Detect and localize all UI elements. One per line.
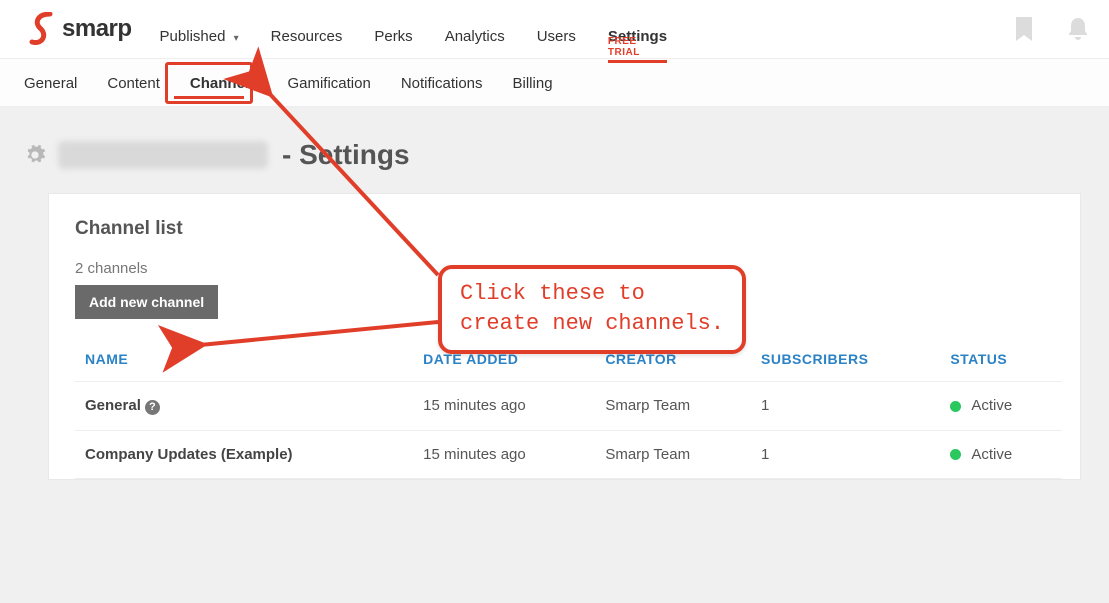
notification-bell-icon[interactable] (1065, 16, 1091, 42)
subnav-notifications[interactable]: Notifications (399, 69, 485, 98)
add-channel-button[interactable]: Add new channel (75, 285, 218, 319)
status-dot-icon (950, 401, 961, 412)
subnav-gamification[interactable]: Gamification (285, 69, 372, 98)
top-navbar: smarp Published ▾ Resources Perks Analyt… (0, 0, 1109, 59)
bookmark-icon[interactable] (1013, 16, 1035, 42)
top-nav-list: Published ▾ Resources Perks Analytics Us… (160, 10, 668, 49)
brand-logo[interactable]: smarp (28, 12, 132, 46)
brand-logo-icon (28, 12, 56, 46)
card-heading: Channel list (75, 218, 1062, 240)
row0-subs: 1 (751, 382, 940, 431)
row1-subs: 1 (751, 430, 940, 478)
th-subscribers[interactable]: SUBSCRIBERS (751, 337, 940, 382)
table-row[interactable]: General? 15 minutes ago Smarp Team 1 Act… (75, 382, 1062, 431)
annotation-callout: Click these to create new channels. (438, 265, 746, 354)
status-dot-icon (950, 449, 961, 460)
row1-status: Active (971, 446, 1012, 463)
row0-name: General (85, 397, 141, 414)
subnav-billing[interactable]: Billing (511, 69, 555, 98)
free-trial-badge: FREE TRIAL (608, 18, 667, 63)
topnav-analytics[interactable]: Analytics (445, 10, 505, 49)
page-body: - Settings Channel list 2 channels Add n… (0, 107, 1109, 603)
subnav-channels[interactable]: Channels (188, 69, 260, 98)
page-title-row: - Settings (24, 139, 1089, 171)
channel-table: NAME DATE ADDED CREATOR SUBSCRIBERS STAT… (75, 337, 1062, 479)
row1-name: Company Updates (Example) (85, 446, 293, 463)
page-title: - Settings (282, 139, 410, 171)
row1-creator: Smarp Team (595, 430, 751, 478)
brand-name: smarp (62, 15, 132, 43)
row1-date: 15 minutes ago (413, 430, 595, 478)
org-name-redacted (58, 141, 268, 169)
subnav-general[interactable]: General (22, 69, 79, 98)
th-name[interactable]: NAME (75, 337, 413, 382)
gear-icon (24, 144, 46, 166)
th-status[interactable]: STATUS (940, 337, 1062, 382)
topbar-actions (1013, 16, 1091, 42)
topnav-perks[interactable]: Perks (374, 10, 412, 49)
row0-date: 15 minutes ago (413, 382, 595, 431)
subnav-content[interactable]: Content (105, 69, 162, 98)
topnav-published[interactable]: Published ▾ (160, 10, 239, 49)
table-row[interactable]: Company Updates (Example) 15 minutes ago… (75, 430, 1062, 478)
row0-creator: Smarp Team (595, 382, 751, 431)
topnav-resources[interactable]: Resources (271, 10, 343, 49)
topnav-users[interactable]: Users (537, 10, 576, 49)
help-icon[interactable]: ? (145, 400, 160, 415)
row0-status: Active (971, 397, 1012, 414)
settings-subnav: General Content Channels Gamification No… (0, 59, 1109, 107)
chevron-down-icon: ▾ (234, 33, 239, 44)
